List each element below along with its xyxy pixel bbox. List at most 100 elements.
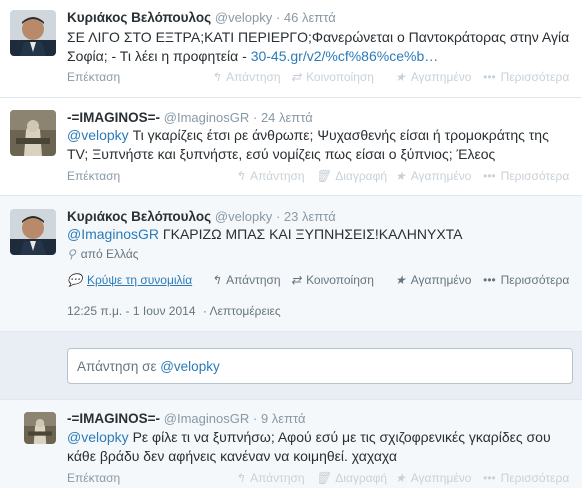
favorite-label: Αγαπημένο xyxy=(410,70,472,84)
more-dots-icon: ••• xyxy=(483,471,496,485)
more-label: Περισσότερα xyxy=(500,70,570,84)
tweet-timestamp[interactable]: 12:25 π.μ. - 1 Ιουν 2014 xyxy=(67,304,196,318)
reply-button[interactable]: ↰ Απάντηση xyxy=(211,70,281,84)
tweet-3-expanded[interactable]: Κυριάκος Βελόπουλος @velopky · 23 λεπτά … xyxy=(0,196,582,332)
retweet-label: Κοινοποίηση xyxy=(306,273,374,287)
tweet-text-line: ΣΕ ΛΙΓΟ ΣΤΟ ΕΞΤΡΑ;ΚΑΤΙ ΠΕΡΙΕΡΓΟ;Φανερώνε… xyxy=(67,29,570,45)
tweet-actions: Επέκταση ↰ Απάντηση 🗑 Διαγραφή ★ Αγαπημένο … xyxy=(67,471,582,487)
more-label: Περισσότερα xyxy=(500,169,570,183)
tweet-time[interactable]: · 23 λεπτά xyxy=(276,209,336,224)
trash-icon: 🗑 xyxy=(315,471,331,485)
more-label: Περισσότερα xyxy=(500,471,570,485)
tweet-text-line: Σοφία; - Τι λέει η προφητεία - xyxy=(67,48,251,64)
more-dots-icon: ••• xyxy=(483,70,496,84)
tweet-author-name[interactable]: Κυριάκος Βελόπουλος xyxy=(67,209,211,224)
tweet-author-name[interactable]: Κυριάκος Βελόπουλος xyxy=(67,10,211,25)
retweet-button[interactable]: ⇄ Κοινοποίηση xyxy=(291,70,374,84)
tweet-4[interactable]: -=IMAGINOS=- @ImaginosGR · 9 λεπτά @velo… xyxy=(0,400,582,488)
star-icon: ★ xyxy=(395,169,406,183)
delete-button[interactable]: 🗑 Διαγραφή xyxy=(315,471,387,485)
tweet-text: @velopky Τι γκαρίζεις έτσι ρε άνθρωπε; Ψ… xyxy=(67,126,574,164)
tweet-timestamp-row: 12:25 π.μ. - 1 Ιουν 2014 · Λεπτομέρειες xyxy=(67,304,281,318)
mention-link[interactable]: @velopky xyxy=(67,429,129,445)
tweet-actions: 💬 Κρύψε τη συνομιλία ↰ Απάντηση ⇄ Κοινοποίη… xyxy=(67,273,582,289)
tweet-location[interactable]: ⚲ από Ελλάς xyxy=(67,247,139,261)
tweet-actions: Επέκταση ↰ Απάντηση 🗑 Διαγραφή ★ Αγαπημένο … xyxy=(67,169,582,185)
favorite-button[interactable]: ★ Αγαπημένο xyxy=(395,273,471,287)
tweet-time[interactable]: · 24 λεπτά xyxy=(253,110,313,125)
tweet-time[interactable]: · 9 λεπτά xyxy=(253,411,306,426)
tweet-text-line: Ρε φίλε τι να ξυπνήσω; Αφού εσύ με τις σ… xyxy=(128,429,551,445)
tweet-text-line: ΓΚΑΡΙΖΩ ΜΠΑΣ ΚΑΙ ΞΥΠΝΗΣΕΙΣ!ΚΑΛΗΝΥΧΤΑ xyxy=(159,226,463,242)
delete-label: Διαγραφή xyxy=(335,471,388,485)
expand-link[interactable]: Επέκταση xyxy=(67,169,120,183)
favorite-button[interactable]: ★ Αγαπημένο xyxy=(395,169,471,183)
location-pin-icon: ⚲ xyxy=(67,247,76,261)
hide-conversation-label: Κρύψε τη συνομιλία xyxy=(86,273,193,287)
mention-link[interactable]: @ImaginosGR xyxy=(67,226,159,242)
details-link[interactable]: · Λεπτομέρειες xyxy=(203,304,281,318)
avatar-imaginos[interactable] xyxy=(10,110,56,156)
reply-icon: ↰ xyxy=(235,169,246,183)
tweet-actions: Επέκταση ↰ Απάντηση ⇄ Κοινοποίηση ★ Αγαπημέ… xyxy=(67,70,582,86)
reply-input-prefix: Απάντηση σε xyxy=(77,359,161,374)
more-button[interactable]: ••• Περισσότερα xyxy=(483,169,569,183)
avatar-velopky[interactable] xyxy=(10,10,56,56)
reply-label: Απάντηση xyxy=(250,169,305,183)
retweet-icon: ⇄ xyxy=(291,70,302,84)
more-button[interactable]: ••• Περισσότερα xyxy=(483,70,569,84)
more-button[interactable]: ••• Περισσότερα xyxy=(483,471,569,485)
tweet-text: ΣΕ ΛΙΓΟ ΣΤΟ ΕΞΤΡΑ;ΚΑΤΙ ΠΕΡΙΕΡΓΟ;Φανερώνε… xyxy=(67,28,574,66)
retweet-icon: ⇄ xyxy=(291,273,302,287)
reply-input-mention: @velopky xyxy=(160,359,220,374)
reply-icon: ↰ xyxy=(211,70,222,84)
tweet-2[interactable]: -=IMAGINOS=- @ImaginosGR · 24 λεπτά @vel… xyxy=(0,98,582,196)
hide-conversation-link[interactable]: 💬 Κρύψε τη συνομιλία xyxy=(67,273,192,287)
reply-label: Απάντηση xyxy=(226,70,281,84)
reply-icon: ↰ xyxy=(211,273,222,287)
mention-link[interactable]: @velopky xyxy=(67,127,129,143)
reply-button[interactable]: ↰ Απάντηση xyxy=(211,273,281,287)
tweet-author-handle[interactable]: @ImaginosGR xyxy=(164,110,249,125)
location-label: από Ελλάς xyxy=(80,247,139,261)
tweet-1[interactable]: Κυριάκος Βελόπουλος @velopky · 46 λεπτά … xyxy=(0,0,582,98)
tweet-time[interactable]: · 46 λεπτά xyxy=(276,10,336,25)
favorite-label: Αγαπημένο xyxy=(410,169,472,183)
expand-link[interactable]: Επέκταση xyxy=(67,471,120,485)
more-dots-icon: ••• xyxy=(483,169,496,183)
tweet-url-link[interactable]: 30-45.gr/v2/%cf%86%ce%b… xyxy=(251,48,439,64)
tweet-author-handle[interactable]: @velopky xyxy=(215,10,272,25)
favorite-button[interactable]: ★ Αγαπημένο xyxy=(395,471,471,485)
more-button[interactable]: ••• Περισσότερα xyxy=(483,273,569,287)
delete-button[interactable]: 🗑 Διαγραφή xyxy=(315,169,387,183)
tweet-author-handle[interactable]: @velopky xyxy=(215,209,272,224)
favorite-button[interactable]: ★ Αγαπημένο xyxy=(395,70,471,84)
conversation-bubble-icon: 💬 xyxy=(67,273,82,287)
tweet-text-line: κάθε βράδυ δεν αφήνεις κανέναν να κοιμηθ… xyxy=(67,448,397,464)
trash-icon: 🗑 xyxy=(315,169,331,183)
favorite-label: Αγαπημένο xyxy=(410,273,472,287)
favorite-label: Αγαπημένο xyxy=(410,471,472,485)
reply-button[interactable]: ↰ Απάντηση xyxy=(235,169,305,183)
tweet-text: @ImaginosGR ΓΚΑΡΙΖΩ ΜΠΑΣ ΚΑΙ ΞΥΠΝΗΣΕΙΣ!Κ… xyxy=(67,225,574,244)
star-icon: ★ xyxy=(395,70,406,84)
retweet-button[interactable]: ⇄ Κοινοποίηση xyxy=(291,273,374,287)
avatar-velopky[interactable] xyxy=(10,209,56,255)
retweet-label: Κοινοποίηση xyxy=(306,70,374,84)
more-label: Περισσότερα xyxy=(500,273,570,287)
avatar-imaginos[interactable] xyxy=(24,412,56,444)
tweet-text-line: TV; Ξυπνήστε και ξυπνήστε, εσύ νομίζεις … xyxy=(67,146,496,162)
reply-input[interactable]: Απάντηση σε @velopky xyxy=(67,348,573,384)
star-icon: ★ xyxy=(395,273,406,287)
tweet-text: @velopky Ρε φίλε τι να ξυπνήσω; Αφού εσύ… xyxy=(67,428,574,466)
star-icon: ★ xyxy=(395,471,406,485)
tweet-text-line: Τι γκαρίζεις έτσι ρε άνθρωπε; Ψυχασθενής… xyxy=(128,127,549,143)
reply-label: Απάντηση xyxy=(250,471,305,485)
tweet-author-name[interactable]: -=IMAGINOS=- xyxy=(67,110,160,125)
reply-label: Απάντηση xyxy=(226,273,281,287)
tweet-author-name[interactable]: -=IMAGINOS=- xyxy=(67,411,160,426)
tweet-author-handle[interactable]: @ImaginosGR xyxy=(164,411,249,426)
expand-link[interactable]: Επέκταση xyxy=(67,70,120,84)
reply-button[interactable]: ↰ Απάντηση xyxy=(235,471,305,485)
reply-icon: ↰ xyxy=(235,471,246,485)
